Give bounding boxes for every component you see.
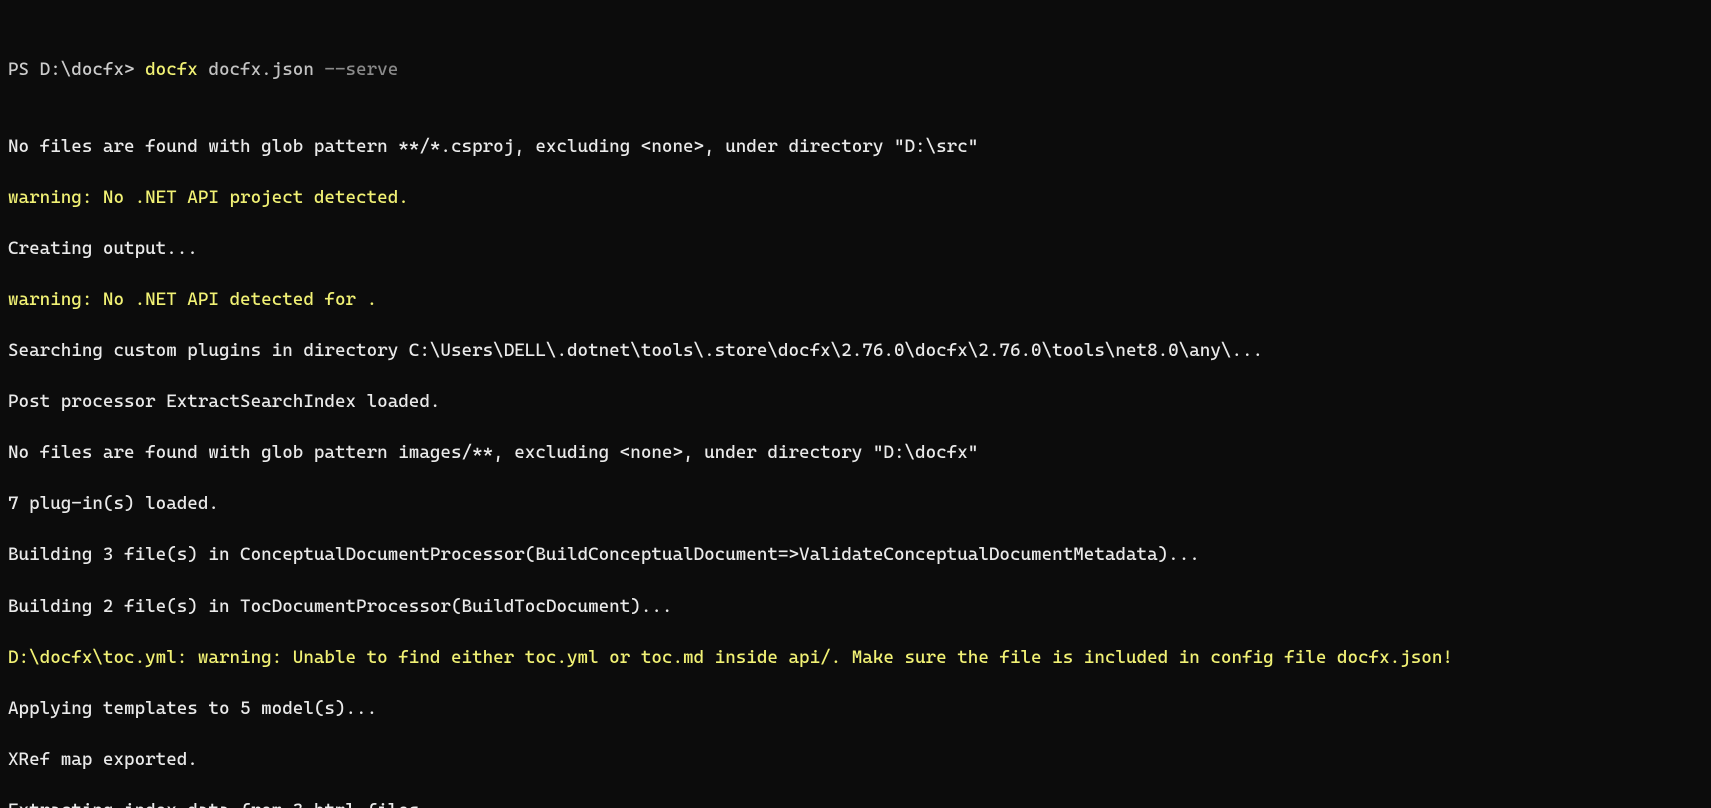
command-arg: docfx.json [208, 59, 324, 80]
output-line: Searching custom plugins in directory C:… [8, 338, 1703, 364]
prompt-line: PS D:\docfx> docfx docfx.json --serve [8, 57, 1703, 83]
command-flag: --serve [324, 59, 398, 80]
output-line: No files are found with glob pattern **/… [8, 134, 1703, 160]
output-line: No files are found with glob pattern ima… [8, 440, 1703, 466]
warning-line: warning: No .NET API detected for . [8, 287, 1703, 313]
warning-line: D:\docfx\toc.yml: warning: Unable to fin… [8, 645, 1703, 671]
output-line: Post processor ExtractSearchIndex loaded… [8, 389, 1703, 415]
output-line: Building 2 file(s) in TocDocumentProcess… [8, 594, 1703, 620]
ps-prompt: PS D:\docfx> [8, 59, 145, 80]
output-line: XRef map exported. [8, 747, 1703, 773]
output-line: Extracting index data from 3 html files [8, 798, 1703, 808]
terminal-output[interactable]: PS D:\docfx> docfx docfx.json --serve No… [0, 0, 1711, 808]
output-line: Creating output... [8, 236, 1703, 262]
output-line: Applying templates to 5 model(s)... [8, 696, 1703, 722]
warning-line: warning: No .NET API project detected. [8, 185, 1703, 211]
command: docfx [145, 59, 208, 80]
output-line: Building 3 file(s) in ConceptualDocument… [8, 542, 1703, 568]
output-line: 7 plug-in(s) loaded. [8, 491, 1703, 517]
